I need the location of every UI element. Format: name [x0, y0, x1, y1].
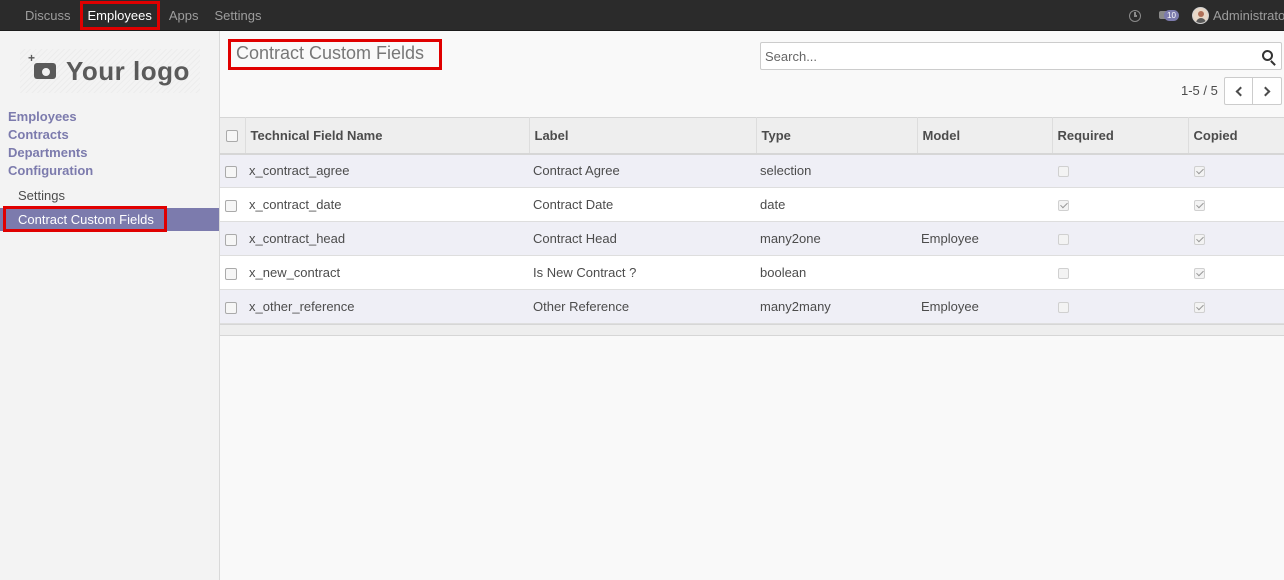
sidebar: Your logo Employees Contracts Department… — [0, 31, 220, 580]
menu-discuss[interactable]: Discuss — [17, 0, 79, 31]
required-checkbox — [1058, 302, 1069, 314]
cell-technical-name: x_new_contract — [249, 265, 341, 280]
select-all-cell — [220, 118, 245, 154]
row-select-checkbox[interactable] — [225, 199, 237, 212]
menu-settings[interactable]: Settings — [206, 0, 269, 31]
search-input[interactable] — [765, 47, 1245, 66]
copied-checkbox — [1194, 302, 1205, 314]
cell-model: Employee — [921, 231, 979, 246]
required-checkbox — [1058, 234, 1069, 246]
table-footer — [220, 324, 1284, 336]
cell-label: Contract Date — [533, 197, 614, 212]
messaging-menu[interactable]: 10 — [1159, 9, 1181, 23]
cell-label: Contract Agree — [533, 163, 620, 179]
sidebar-item-configuration[interactable]: Configuration — [0, 162, 219, 180]
list-view: Technical Field Name Label Type Model Re… — [220, 117, 1284, 336]
copied-checkbox — [1194, 166, 1205, 178]
table-header-row: Technical Field Name Label Type Model Re… — [220, 117, 1284, 154]
cell-type: boolean — [760, 265, 807, 280]
pager-value[interactable]: 1-5 / 5 — [1181, 83, 1218, 98]
cell-label: Other Reference — [533, 299, 630, 314]
cell-type: many2many — [760, 299, 831, 314]
cell-type: selection — [760, 163, 812, 179]
table-row[interactable]: x_contract_head Contract Head many2one E… — [220, 221, 1284, 256]
cell-type: date — [760, 197, 786, 212]
cell-type: many2one — [760, 231, 821, 246]
row-select-checkbox[interactable] — [225, 301, 237, 314]
sidebar-nav: Employees Contracts Departments Configur… — [0, 108, 219, 232]
cell-model — [917, 154, 1052, 188]
logo-text: Your logo — [66, 55, 190, 86]
row-select-checkbox[interactable] — [225, 267, 237, 280]
required-checkbox — [1058, 268, 1069, 280]
pager-previous-button[interactable] — [1224, 77, 1253, 105]
user-menu-name[interactable]: Administrator — [1213, 8, 1284, 23]
app-menu: Discuss Employees Apps Settings — [17, 0, 269, 31]
table-row[interactable]: x_new_contract Is New Contract ? boolean — [220, 255, 1284, 290]
copied-checkbox — [1194, 200, 1205, 212]
sidebar-item-employees[interactable]: Employees — [0, 108, 219, 126]
systray: 10 Administrator — [1129, 0, 1284, 31]
copied-checkbox — [1194, 234, 1205, 246]
required-checkbox — [1058, 200, 1069, 212]
column-header-technical-name[interactable]: Technical Field Name — [244, 117, 529, 154]
row-select-checkbox[interactable] — [225, 233, 237, 246]
cell-technical-name: x_contract_head — [249, 231, 346, 246]
cell-model: Employee — [921, 299, 979, 314]
cell-model — [917, 256, 1052, 290]
chevron-right-icon — [1260, 86, 1271, 97]
column-header-model[interactable]: Model — [916, 117, 1052, 154]
required-checkbox — [1058, 166, 1069, 178]
cell-technical-name: x_contract_date — [249, 197, 342, 212]
chat-counter-badge: 10 — [1164, 9, 1179, 21]
table-body: x_contract_agree Contract Agree selectio… — [220, 153, 1284, 324]
column-header-copied[interactable]: Copied — [1187, 117, 1284, 154]
menu-employees[interactable]: Employees — [79, 0, 161, 31]
column-header-label[interactable]: Label — [528, 117, 756, 154]
menu-apps[interactable]: Apps — [161, 0, 207, 31]
cell-model — [917, 188, 1052, 222]
cell-technical-name: x_contract_agree — [249, 163, 350, 179]
select-all-checkbox[interactable] — [226, 130, 238, 143]
column-header-required[interactable]: Required — [1051, 117, 1188, 154]
sidebar-item-settings[interactable]: Settings — [0, 184, 219, 208]
chevron-left-icon — [1235, 86, 1246, 97]
table-row[interactable]: x_contract_date Contract Date date — [220, 187, 1284, 222]
top-navbar: Discuss Employees Apps Settings 10 Admin… — [0, 0, 1284, 31]
highlight-box — [3, 206, 167, 232]
pager-next-button[interactable] — [1253, 77, 1282, 105]
row-select-checkbox[interactable] — [225, 165, 237, 178]
search-bar[interactable] — [760, 42, 1282, 70]
fields-table: Technical Field Name Label Type Model Re… — [220, 117, 1284, 324]
cell-label: Contract Head — [533, 231, 617, 246]
sidebar-item-contract-custom-fields[interactable]: Contract Custom Fields — [0, 206, 219, 232]
table-row[interactable]: x_contract_agree Contract Agree selectio… — [220, 153, 1284, 188]
search-icon[interactable] — [1262, 50, 1273, 61]
user-avatar[interactable] — [1192, 7, 1209, 24]
table-row[interactable]: x_other_reference Other Reference many2m… — [220, 289, 1284, 324]
cell-technical-name: x_other_reference — [249, 299, 355, 314]
column-header-type[interactable]: Type — [755, 117, 917, 154]
cell-label: Is New Contract ? — [533, 265, 637, 280]
company-logo[interactable]: Your logo — [20, 49, 200, 93]
sidebar-item-contracts[interactable]: Contracts — [0, 126, 219, 144]
activity-clock-icon[interactable] — [1129, 9, 1141, 22]
page-title: Contract Custom Fields — [236, 43, 425, 63]
camera-icon — [28, 51, 56, 79]
sidebar-item-departments[interactable]: Departments — [0, 144, 219, 162]
copied-checkbox — [1194, 268, 1205, 280]
